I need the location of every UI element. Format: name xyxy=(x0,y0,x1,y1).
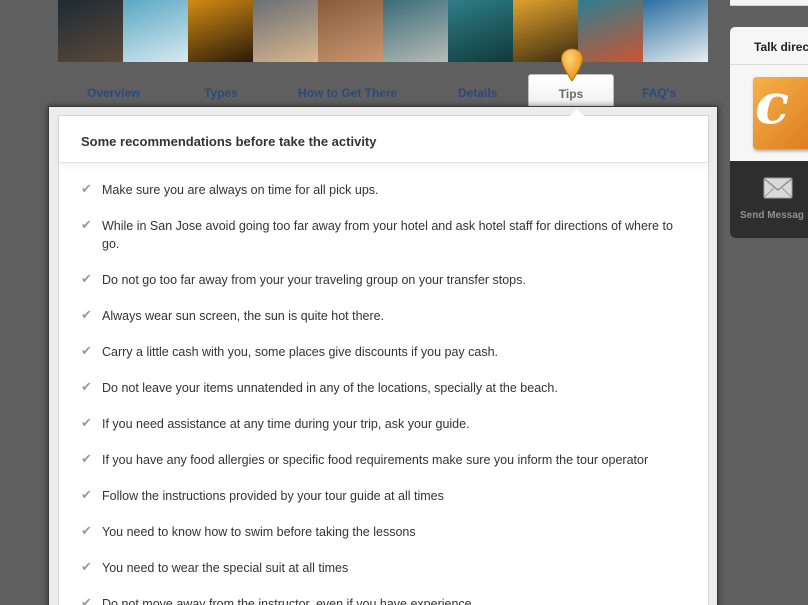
tip-text: Make sure you are always on time for all… xyxy=(102,183,379,197)
tip-text: Carry a little cash with you, some place… xyxy=(102,345,499,359)
list-item: ✔ Do not leave your items unnatended in a… xyxy=(81,379,681,397)
checkmark-icon: ✔ xyxy=(81,559,92,574)
photo-beach-walk xyxy=(383,0,448,62)
tip-text: Do not move away from the instructor, ev… xyxy=(102,597,472,605)
list-item: ✔ Follow the instructions provided by you… xyxy=(81,487,681,505)
tab-how-to-get-there[interactable]: How to Get There xyxy=(298,86,397,100)
sidebar-top-box xyxy=(730,0,808,6)
checkmark-icon: ✔ xyxy=(81,595,92,605)
list-item: ✔ While in San Jose avoid going too far a… xyxy=(81,217,681,253)
photo-surfer-girl xyxy=(253,0,318,62)
tip-text: While in San Jose avoid going too far aw… xyxy=(102,219,673,251)
panel-heading: Some recommendations before take the act… xyxy=(59,116,708,163)
list-item: ✔ Make sure you are always on time for al… xyxy=(81,181,681,199)
tip-text: You need to know how to swim before taki… xyxy=(102,525,416,539)
checkmark-icon: ✔ xyxy=(81,343,92,358)
list-item: ✔ Always wear sun screen, the sun is quit… xyxy=(81,307,681,325)
checkmark-icon: ✔ xyxy=(81,217,92,232)
photo-strip xyxy=(58,0,708,62)
talk-direct-box: Talk direc c Send Messag xyxy=(730,27,808,238)
tip-text: If you need assistance at any time durin… xyxy=(102,417,470,431)
send-message-label: Send Messag xyxy=(740,210,804,221)
tips-list: ✔ Make sure you are always on time for al… xyxy=(59,163,708,605)
tip-text: Do not go too far away from your your tr… xyxy=(102,273,526,287)
checkmark-icon: ✔ xyxy=(81,415,92,430)
photo-surfer-tube xyxy=(123,0,188,62)
photo-surfer-portrait xyxy=(58,0,123,62)
map-pin-icon xyxy=(560,48,584,82)
list-item: ✔ Do not move away from the instructor, e… xyxy=(81,595,681,605)
list-item: ✔ Carry a little cash with you, some plac… xyxy=(81,343,681,361)
list-item: ✔ Do not go too far away from your your t… xyxy=(81,271,681,289)
tip-text: If you have any food allergies or specif… xyxy=(102,453,649,467)
tab-details[interactable]: Details xyxy=(458,86,497,100)
list-item: ✔ If you have any food allergies or speci… xyxy=(81,451,681,469)
tab-overview[interactable]: Overview xyxy=(87,86,140,100)
tip-text: Always wear sun screen, the sun is quite… xyxy=(102,309,385,323)
tab-bar: Overview Types How to Get There Details … xyxy=(58,48,708,118)
tip-text: Follow the instructions provided by your… xyxy=(102,489,444,503)
tips-panel-content: Some recommendations before take the act… xyxy=(58,109,709,605)
photo-boards-closeup xyxy=(318,0,383,62)
photo-surfer-wave-green xyxy=(448,0,513,62)
photo-sunset-surf xyxy=(188,0,253,62)
list-item: ✔ If you need assistance at any time duri… xyxy=(81,415,681,433)
photo-surfer-riding xyxy=(578,0,643,62)
tab-faqs[interactable]: FAQ's xyxy=(642,86,676,100)
talk-direct-title: Talk direc xyxy=(730,27,808,65)
tip-text: You need to wear the special suit at all… xyxy=(102,561,349,575)
checkmark-icon: ✔ xyxy=(81,523,92,538)
checkmark-icon: ✔ xyxy=(81,379,92,394)
tab-types[interactable]: Types xyxy=(204,86,238,100)
list-item: ✔ You need to wear the special suit at al… xyxy=(81,559,681,577)
send-message-button[interactable]: Send Messag xyxy=(730,161,808,238)
checkmark-icon: ✔ xyxy=(81,307,92,322)
panel-caret xyxy=(570,109,584,116)
checkmark-icon: ✔ xyxy=(81,487,92,502)
checkmark-icon: ✔ xyxy=(81,271,92,286)
photo-wave-splash xyxy=(643,0,708,62)
checkmark-icon: ✔ xyxy=(81,181,92,196)
list-item: ✔ You need to know how to swim before tak… xyxy=(81,523,681,541)
tips-panel: Some recommendations before take the act… xyxy=(48,106,718,605)
tab-tips-label: Tips xyxy=(558,87,584,101)
brand-logo[interactable]: c xyxy=(753,77,808,149)
tip-text: Do not leave your items unnatended in an… xyxy=(102,381,558,395)
envelope-icon xyxy=(763,177,793,199)
brand-logo-mark: c xyxy=(755,77,790,137)
checkmark-icon: ✔ xyxy=(81,451,92,466)
